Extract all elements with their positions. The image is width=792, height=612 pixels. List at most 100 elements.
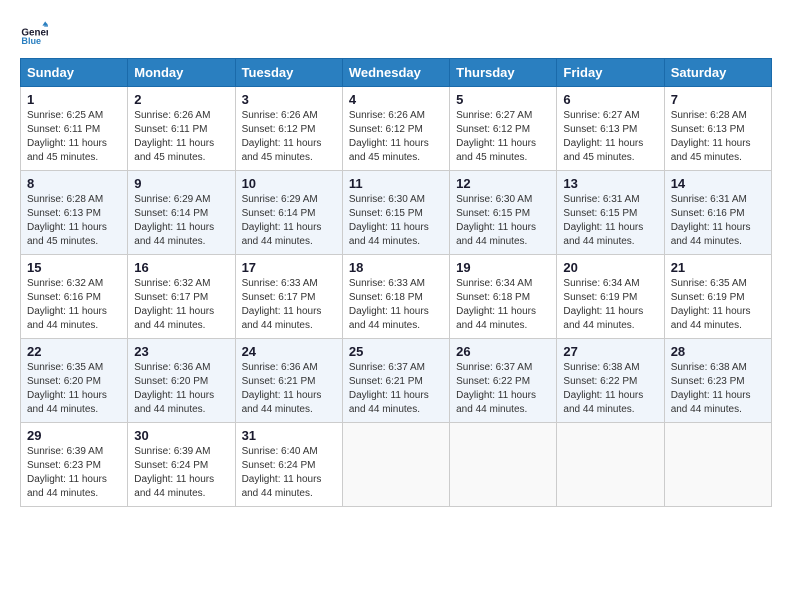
calendar-body: 1 Sunrise: 6:25 AMSunset: 6:11 PMDaylight… xyxy=(21,87,772,507)
day-sun-info: Sunrise: 6:29 AMSunset: 6:14 PMDaylight:… xyxy=(242,193,336,249)
day-sun-info: Sunrise: 6:37 AMSunset: 6:22 PMDaylight:… xyxy=(456,361,550,417)
day-number: 4 xyxy=(349,92,443,107)
calendar-week-row: 8 Sunrise: 6:28 AMSunset: 6:13 PMDaylight… xyxy=(21,171,772,255)
calendar-day-cell xyxy=(664,423,771,507)
calendar-day-cell: 12 Sunrise: 6:30 AMSunset: 6:15 PMDayligh… xyxy=(450,171,557,255)
day-number: 12 xyxy=(456,176,550,191)
day-number: 24 xyxy=(242,344,336,359)
day-sun-info: Sunrise: 6:26 AMSunset: 6:11 PMDaylight:… xyxy=(134,109,228,165)
day-number: 2 xyxy=(134,92,228,107)
day-number: 9 xyxy=(134,176,228,191)
day-sun-info: Sunrise: 6:27 AMSunset: 6:12 PMDaylight:… xyxy=(456,109,550,165)
day-number: 5 xyxy=(456,92,550,107)
day-number: 25 xyxy=(349,344,443,359)
calendar-day-cell: 11 Sunrise: 6:30 AMSunset: 6:15 PMDayligh… xyxy=(342,171,449,255)
day-number: 27 xyxy=(563,344,657,359)
day-number: 11 xyxy=(349,176,443,191)
calendar-day-cell: 27 Sunrise: 6:38 AMSunset: 6:22 PMDayligh… xyxy=(557,339,664,423)
day-number: 19 xyxy=(456,260,550,275)
calendar-day-cell: 2 Sunrise: 6:26 AMSunset: 6:11 PMDaylight… xyxy=(128,87,235,171)
day-of-week-header: Saturday xyxy=(664,59,771,87)
calendar-day-cell: 9 Sunrise: 6:29 AMSunset: 6:14 PMDaylight… xyxy=(128,171,235,255)
day-sun-info: Sunrise: 6:25 AMSunset: 6:11 PMDaylight:… xyxy=(27,109,121,165)
calendar-day-cell: 6Sunrise: 6:27 AMSunset: 6:13 PMDaylight… xyxy=(557,87,664,171)
calendar-day-cell: 16 Sunrise: 6:32 AMSunset: 6:17 PMDayligh… xyxy=(128,255,235,339)
calendar-table: SundayMondayTuesdayWednesdayThursdayFrid… xyxy=(20,58,772,507)
calendar-day-cell: 19 Sunrise: 6:34 AMSunset: 6:18 PMDayligh… xyxy=(450,255,557,339)
day-number: 28 xyxy=(671,344,765,359)
calendar-day-cell: 14Sunrise: 6:31 AMSunset: 6:16 PMDayligh… xyxy=(664,171,771,255)
day-of-week-header: Monday xyxy=(128,59,235,87)
calendar-day-cell: 5 Sunrise: 6:27 AMSunset: 6:12 PMDaylight… xyxy=(450,87,557,171)
calendar-week-row: 29Sunrise: 6:39 AMSunset: 6:23 PMDayligh… xyxy=(21,423,772,507)
calendar-day-cell xyxy=(342,423,449,507)
day-sun-info: Sunrise: 6:36 AMSunset: 6:21 PMDaylight:… xyxy=(242,361,336,417)
day-sun-info: Sunrise: 6:30 AMSunset: 6:15 PMDaylight:… xyxy=(456,193,550,249)
calendar-day-cell: 25Sunrise: 6:37 AMSunset: 6:21 PMDayligh… xyxy=(342,339,449,423)
calendar-day-cell: 23 Sunrise: 6:36 AMSunset: 6:20 PMDayligh… xyxy=(128,339,235,423)
day-of-week-header: Sunday xyxy=(21,59,128,87)
day-sun-info: Sunrise: 6:28 AMSunset: 6:13 PMDaylight:… xyxy=(27,193,121,249)
calendar-day-cell: 26 Sunrise: 6:37 AMSunset: 6:22 PMDayligh… xyxy=(450,339,557,423)
calendar-day-cell: 28 Sunrise: 6:38 AMSunset: 6:23 PMDayligh… xyxy=(664,339,771,423)
calendar-day-cell xyxy=(557,423,664,507)
day-number: 29 xyxy=(27,428,121,443)
day-sun-info: Sunrise: 6:34 AMSunset: 6:18 PMDaylight:… xyxy=(456,277,550,333)
calendar-day-cell: 30 Sunrise: 6:39 AMSunset: 6:24 PMDayligh… xyxy=(128,423,235,507)
calendar-day-cell: 31Sunrise: 6:40 AMSunset: 6:24 PMDayligh… xyxy=(235,423,342,507)
day-number: 21 xyxy=(671,260,765,275)
day-of-week-header: Tuesday xyxy=(235,59,342,87)
calendar-day-cell: 10 Sunrise: 6:29 AMSunset: 6:14 PMDayligh… xyxy=(235,171,342,255)
day-sun-info: Sunrise: 6:35 AMSunset: 6:20 PMDaylight:… xyxy=(27,361,121,417)
day-number: 20 xyxy=(563,260,657,275)
day-number: 1 xyxy=(27,92,121,107)
day-of-week-header: Wednesday xyxy=(342,59,449,87)
day-number: 17 xyxy=(242,260,336,275)
day-sun-info: Sunrise: 6:29 AMSunset: 6:14 PMDaylight:… xyxy=(134,193,228,249)
day-sun-info: Sunrise: 6:36 AMSunset: 6:20 PMDaylight:… xyxy=(134,361,228,417)
day-sun-info: Sunrise: 6:26 AMSunset: 6:12 PMDaylight:… xyxy=(242,109,336,165)
calendar-day-cell: 21 Sunrise: 6:35 AMSunset: 6:19 PMDayligh… xyxy=(664,255,771,339)
day-number: 26 xyxy=(456,344,550,359)
day-number: 10 xyxy=(242,176,336,191)
day-sun-info: Sunrise: 6:38 AMSunset: 6:22 PMDaylight:… xyxy=(563,361,657,417)
day-sun-info: Sunrise: 6:35 AMSunset: 6:19 PMDaylight:… xyxy=(671,277,765,333)
calendar-header-row: SundayMondayTuesdayWednesdayThursdayFrid… xyxy=(21,59,772,87)
calendar-day-cell: 17 Sunrise: 6:33 AMSunset: 6:17 PMDayligh… xyxy=(235,255,342,339)
day-number: 23 xyxy=(134,344,228,359)
day-number: 13 xyxy=(563,176,657,191)
day-sun-info: Sunrise: 6:40 AMSunset: 6:24 PMDaylight:… xyxy=(242,445,336,501)
day-sun-info: Sunrise: 6:33 AMSunset: 6:18 PMDaylight:… xyxy=(349,277,443,333)
day-of-week-header: Thursday xyxy=(450,59,557,87)
calendar-day-cell: 29Sunrise: 6:39 AMSunset: 6:23 PMDayligh… xyxy=(21,423,128,507)
calendar-week-row: 15 Sunrise: 6:32 AMSunset: 6:16 PMDayligh… xyxy=(21,255,772,339)
day-number: 14 xyxy=(671,176,765,191)
svg-text:Blue: Blue xyxy=(21,36,41,46)
calendar-day-cell: 1 Sunrise: 6:25 AMSunset: 6:11 PMDaylight… xyxy=(21,87,128,171)
calendar-day-cell xyxy=(450,423,557,507)
day-sun-info: Sunrise: 6:32 AMSunset: 6:17 PMDaylight:… xyxy=(134,277,228,333)
day-number: 8 xyxy=(27,176,121,191)
calendar-day-cell: 20Sunrise: 6:34 AMSunset: 6:19 PMDayligh… xyxy=(557,255,664,339)
calendar-day-cell: 18 Sunrise: 6:33 AMSunset: 6:18 PMDayligh… xyxy=(342,255,449,339)
day-sun-info: Sunrise: 6:30 AMSunset: 6:15 PMDaylight:… xyxy=(349,193,443,249)
day-sun-info: Sunrise: 6:33 AMSunset: 6:17 PMDaylight:… xyxy=(242,277,336,333)
day-sun-info: Sunrise: 6:32 AMSunset: 6:16 PMDaylight:… xyxy=(27,277,121,333)
day-sun-info: Sunrise: 6:38 AMSunset: 6:23 PMDaylight:… xyxy=(671,361,765,417)
calendar-day-cell: 3 Sunrise: 6:26 AMSunset: 6:12 PMDaylight… xyxy=(235,87,342,171)
calendar-day-cell: 7Sunrise: 6:28 AMSunset: 6:13 PMDaylight… xyxy=(664,87,771,171)
day-of-week-header: Friday xyxy=(557,59,664,87)
day-sun-info: Sunrise: 6:39 AMSunset: 6:24 PMDaylight:… xyxy=(134,445,228,501)
calendar-day-cell: 8 Sunrise: 6:28 AMSunset: 6:13 PMDaylight… xyxy=(21,171,128,255)
logo-icon: General Blue xyxy=(20,20,48,48)
calendar-day-cell: 15 Sunrise: 6:32 AMSunset: 6:16 PMDayligh… xyxy=(21,255,128,339)
day-number: 7 xyxy=(671,92,765,107)
day-sun-info: Sunrise: 6:27 AMSunset: 6:13 PMDaylight:… xyxy=(563,109,657,165)
calendar-week-row: 22 Sunrise: 6:35 AMSunset: 6:20 PMDayligh… xyxy=(21,339,772,423)
day-number: 30 xyxy=(134,428,228,443)
day-number: 15 xyxy=(27,260,121,275)
day-number: 18 xyxy=(349,260,443,275)
day-number: 22 xyxy=(27,344,121,359)
day-number: 3 xyxy=(242,92,336,107)
day-number: 16 xyxy=(134,260,228,275)
